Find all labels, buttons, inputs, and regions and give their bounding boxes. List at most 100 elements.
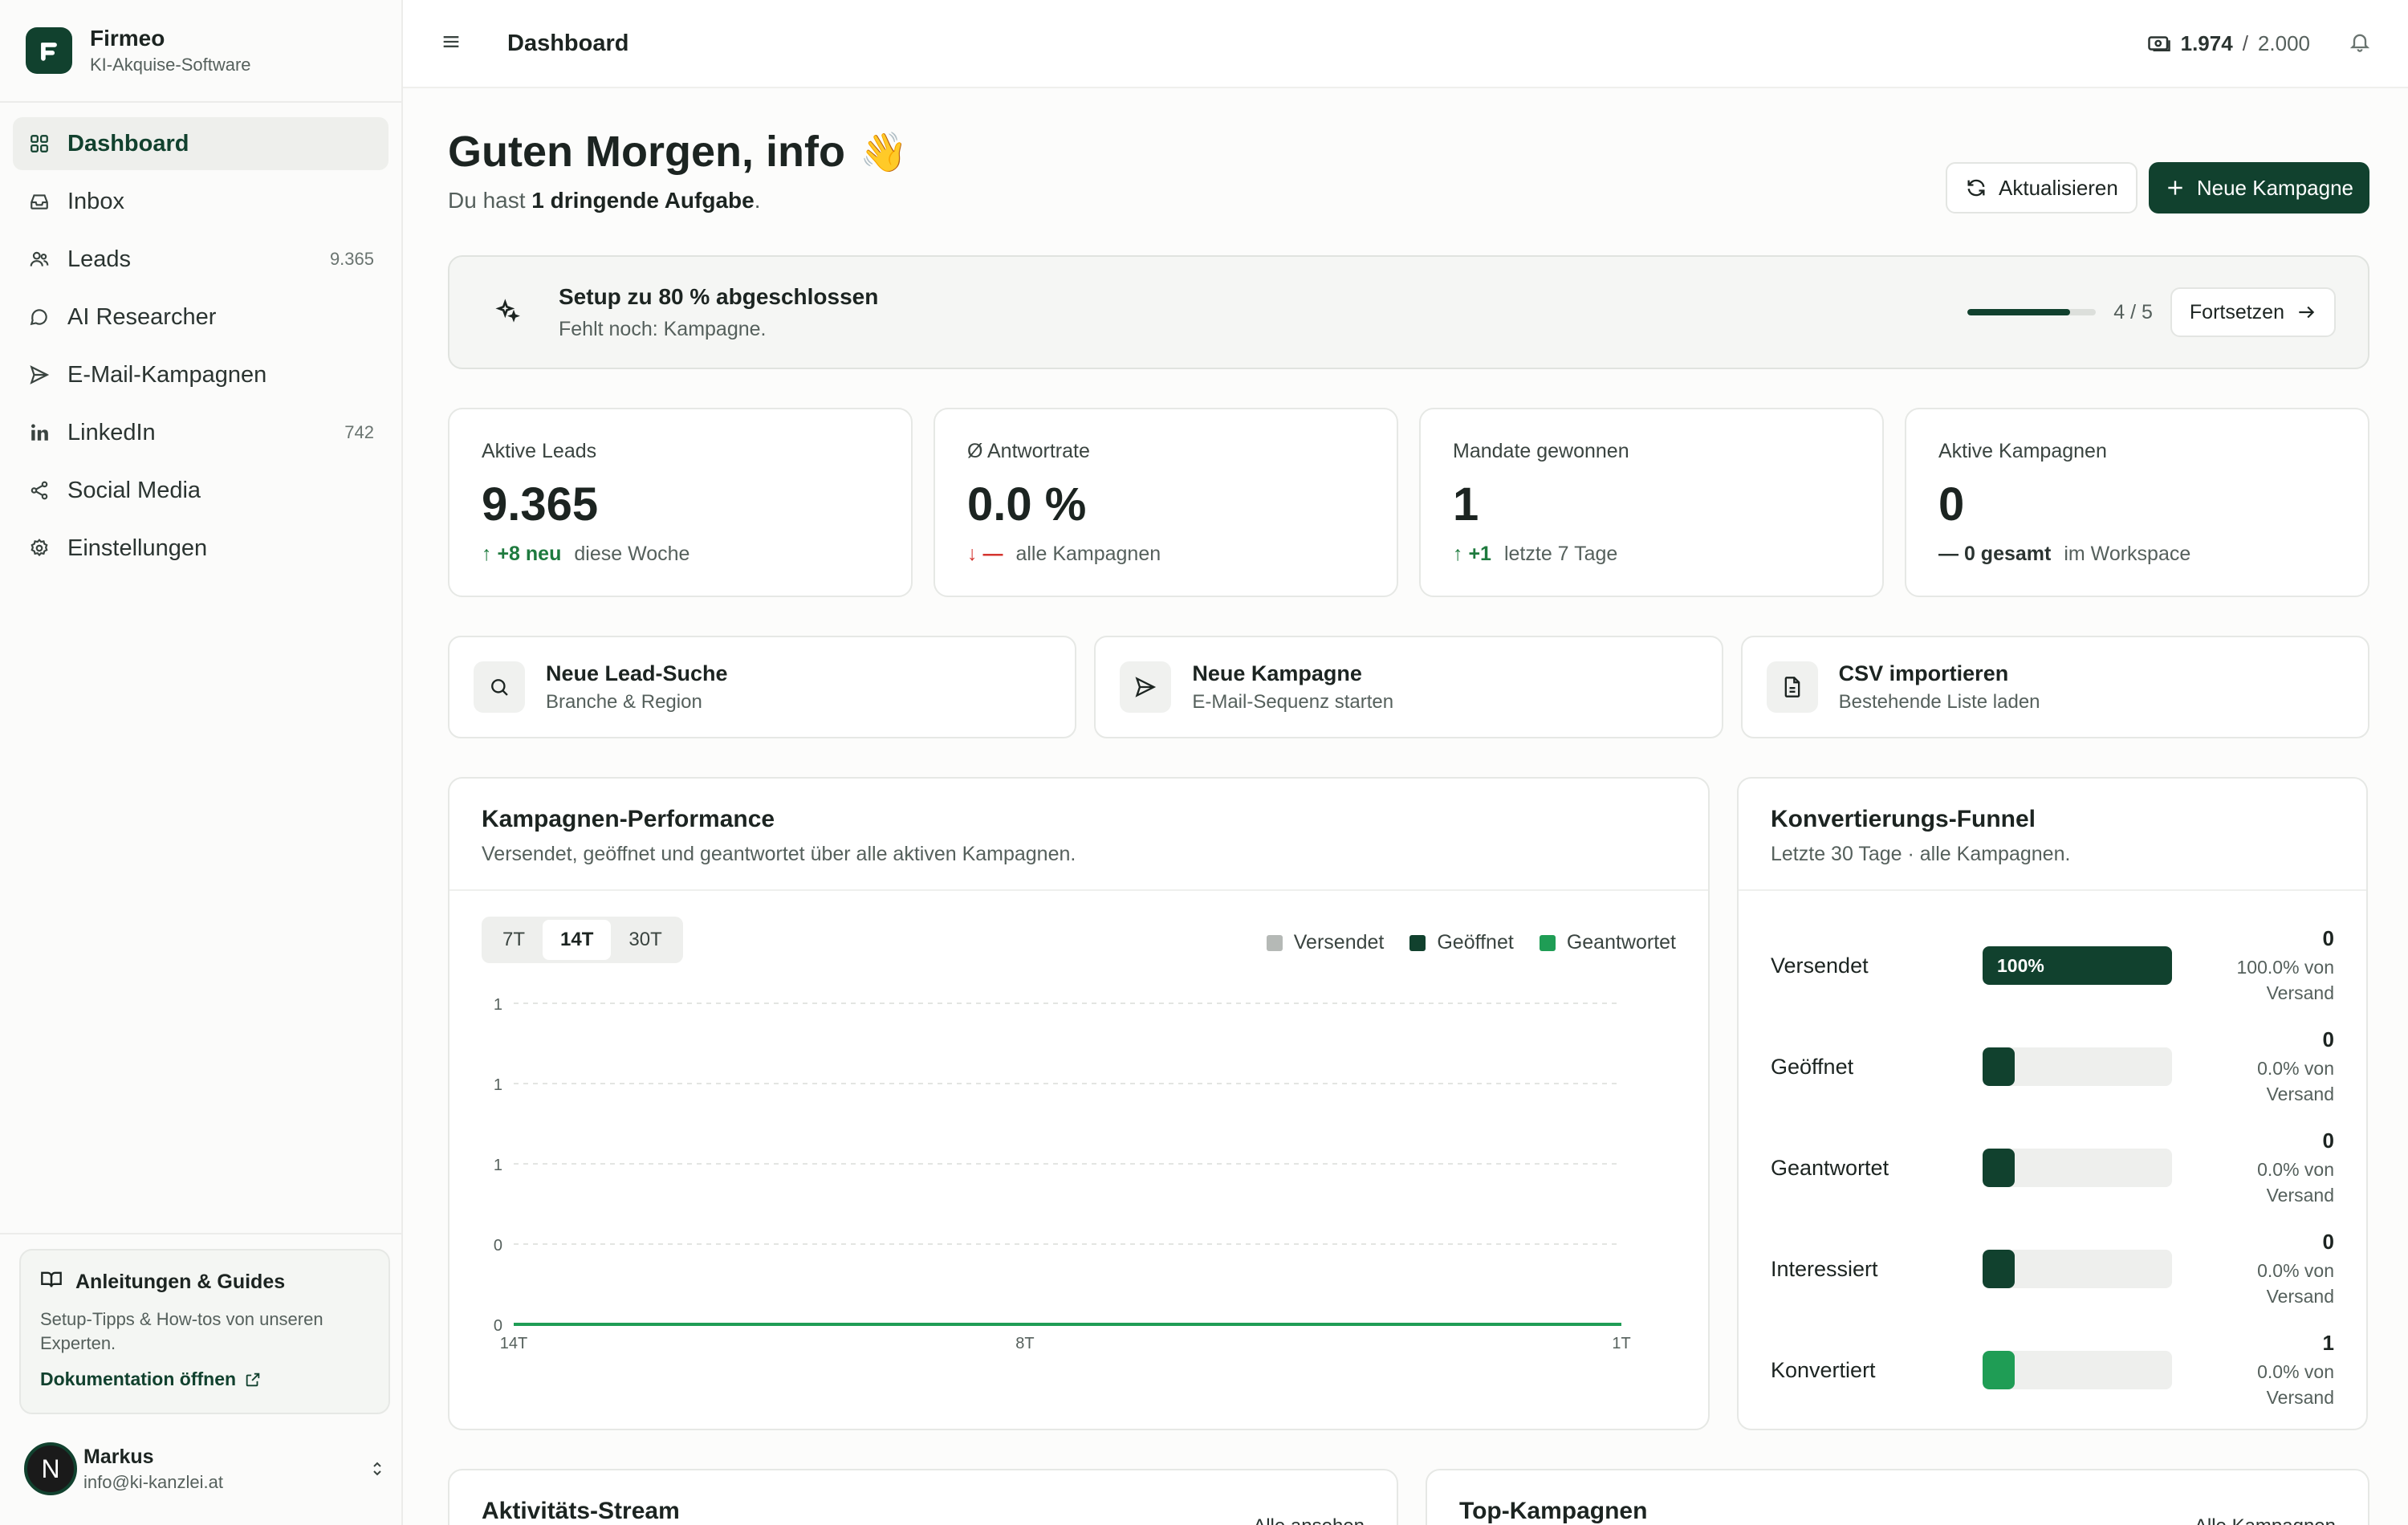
quick-action-subtitle: E-Mail-Sequenz starten (1192, 690, 1394, 713)
plus-icon (2165, 177, 2186, 198)
legend-label: Geöffnet (1437, 931, 1514, 954)
refresh-button[interactable]: Aktualisieren (1946, 162, 2138, 214)
range-selector: 7T 14T 30T (482, 917, 683, 963)
sidebar-item-label: Inbox (67, 188, 124, 214)
stat-delta-text: 0 gesamt (1963, 543, 2052, 565)
inbox-icon (27, 189, 51, 214)
sidebar-item-email-campaigns[interactable]: E-Mail-Kampagnen (13, 348, 388, 401)
grid-icon (27, 132, 51, 156)
all-campaigns-link[interactable]: Alle Kampagnen (2194, 1515, 2336, 1525)
dash-icon: — (1938, 543, 1959, 565)
gear-icon (27, 536, 51, 560)
funnel-bar (1983, 1351, 2172, 1389)
funnel-label: Konvertiert (1771, 1357, 1876, 1382)
funnel-bar (1983, 1149, 2172, 1187)
greeting-sub-suffix: . (754, 188, 761, 213)
funnel-count: 0 (2322, 1128, 2334, 1153)
range-30t[interactable]: 30T (611, 920, 679, 960)
sidebar-item-dashboard[interactable]: Dashboard (13, 117, 388, 170)
quick-action-csv-import[interactable]: CSV importieren Bestehende Liste laden (1740, 636, 2369, 738)
stat-note: letzte 7 Tage (1503, 543, 1618, 565)
funnel-row-replied: Geantwortet 0 0.0% von Versand (1771, 1117, 2334, 1218)
setup-progress-bar (1967, 309, 2097, 315)
menu-toggle-icon[interactable] (440, 31, 469, 57)
quick-action-new-campaign[interactable]: Neue Kampagne E-Mail-Sequenz starten (1094, 636, 1723, 738)
funnel-percent-ref: Versand (2266, 1285, 2334, 1307)
file-icon (1766, 661, 1818, 713)
guides-description: Setup-Tipps & How-tos von unseren Expert… (40, 1309, 323, 1353)
setup-subtitle: Fehlt noch: Kampagne. (559, 317, 767, 340)
stat-note: diese Woche (574, 543, 690, 565)
funnel-count: 0 (2322, 925, 2334, 950)
quick-action-new-lead-search[interactable]: Neue Lead-Suche Branche & Region (448, 636, 1077, 738)
view-all-activity-link[interactable]: Alle ansehen (1253, 1515, 1365, 1525)
main-area: Dashboard 1.974 / 2.000 Guten Morgen, in… (403, 0, 2408, 1525)
setup-title: Setup zu 80 % abgeschlossen (559, 283, 879, 309)
performance-line-chart: 1110014T 8T 1T (494, 996, 1631, 1352)
funnel-percent-ref: Versand (2266, 1386, 2334, 1408)
sidebar-item-label: LinkedIn (67, 419, 156, 445)
legend-item-replied: Geantwortet (1539, 931, 1676, 954)
top-campaigns-card: Top-Kampagnen Alle Kampagnen (1426, 1469, 2369, 1525)
sidebar-item-ai-researcher[interactable]: AI Researcher (13, 291, 388, 344)
arrow-up-icon: ↑ (1453, 543, 1463, 565)
legend-label: Geantwortet (1566, 931, 1676, 954)
funnel-percent: 0.0% von (2257, 1259, 2334, 1281)
sidebar-item-label: Dashboard (67, 130, 189, 157)
bell-icon[interactable] (2349, 31, 2371, 57)
chevron-updown-icon (373, 1462, 381, 1476)
sidebar-item-inbox[interactable]: Inbox (13, 175, 388, 228)
y-tick-label: 1 (494, 996, 502, 1014)
users-icon (27, 247, 51, 271)
page-title: Dashboard (507, 30, 629, 56)
stat-value: 9.365 (482, 478, 599, 531)
card-title: Aktivitäts-Stream (482, 1498, 680, 1524)
card-subtitle: Letzte 30 Tage · alle Kampagnen. (1771, 843, 2071, 865)
sidebar-item-leads[interactable]: Leads 9.365 (13, 233, 388, 286)
user-menu[interactable]: N Markus info@ki-kanzlei.at (24, 1435, 387, 1503)
sparkles-icon (494, 298, 527, 327)
range-14t[interactable]: 14T (543, 920, 612, 960)
card-subtitle: Versendet, geöffnet und geantwortet über… (482, 843, 1076, 865)
wave-emoji: 👋 (859, 131, 908, 174)
legend-label: Versendet (1293, 931, 1385, 954)
credits-total: 2.000 (2257, 31, 2310, 55)
sidebar-nav: Dashboard Inbox Leads 9.365 AI Researche… (0, 103, 401, 594)
funnel-percent-ref: Versand (2266, 1184, 2334, 1206)
credits-separator: / (2242, 31, 2248, 55)
documentation-link[interactable]: Dokumentation öffnen (40, 1368, 369, 1390)
funnel-row-opened: Geöffnet 0 0.0% von Versand (1771, 1016, 2334, 1117)
new-campaign-button-label: Neue Kampagne (2196, 175, 2353, 200)
quick-actions: Neue Lead-Suche Branche & Region Neue Ka… (448, 636, 2369, 738)
card-title: Top-Kampagnen (1459, 1498, 1648, 1524)
stat-label: Aktive Kampagnen (1938, 440, 2107, 462)
legend-item-opened: Geöffnet (1409, 931, 1514, 954)
funnel-bar (1983, 1047, 2172, 1086)
sidebar-item-linkedin[interactable]: LinkedIn 742 (13, 406, 388, 459)
sidebar-item-settings[interactable]: Einstellungen (13, 522, 388, 575)
chart-legend: Versendet Geöffnet Geantwortet (1241, 931, 1676, 954)
range-7t[interactable]: 7T (485, 920, 543, 960)
stat-delta-text: — (982, 543, 1003, 565)
funnel-count: 1 (2322, 1330, 2334, 1355)
quick-action-subtitle: Branche & Region (546, 690, 702, 713)
sidebar-item-count: 742 (344, 422, 374, 442)
urgent-tasks-count: 1 dringende Aufgabe (531, 188, 755, 213)
brand[interactable]: Firmeo KI-Akquise-Software (0, 0, 401, 103)
credits-used: 1.974 (2180, 31, 2233, 55)
new-campaign-button[interactable]: Neue Kampagne (2148, 162, 2369, 214)
brand-subtitle: KI-Akquise-Software (90, 55, 251, 75)
stat-card-mandates-won: Mandate gewonnen 1 ↑ +1 letzte 7 Tage (1419, 408, 1884, 597)
y-tick-label: 1 (494, 1076, 502, 1094)
send-icon (1120, 661, 1172, 713)
quick-action-title: Neue Kampagne (1192, 661, 1362, 685)
credits-icon (2147, 36, 2170, 51)
stat-delta: ↑ +1 (1453, 543, 1491, 566)
stat-value: 0.0 % (967, 478, 1087, 531)
y-tick-label: 0 (494, 1317, 502, 1335)
continue-button[interactable]: Fortsetzen (2170, 287, 2336, 337)
chat-bubble-icon (27, 305, 51, 329)
campaign-performance-card: Kampagnen-Performance Versendet, geöffne… (448, 777, 1710, 1430)
sidebar-item-social-media[interactable]: Social Media (13, 464, 388, 517)
x-tick-label: 8T (1015, 1335, 1034, 1352)
